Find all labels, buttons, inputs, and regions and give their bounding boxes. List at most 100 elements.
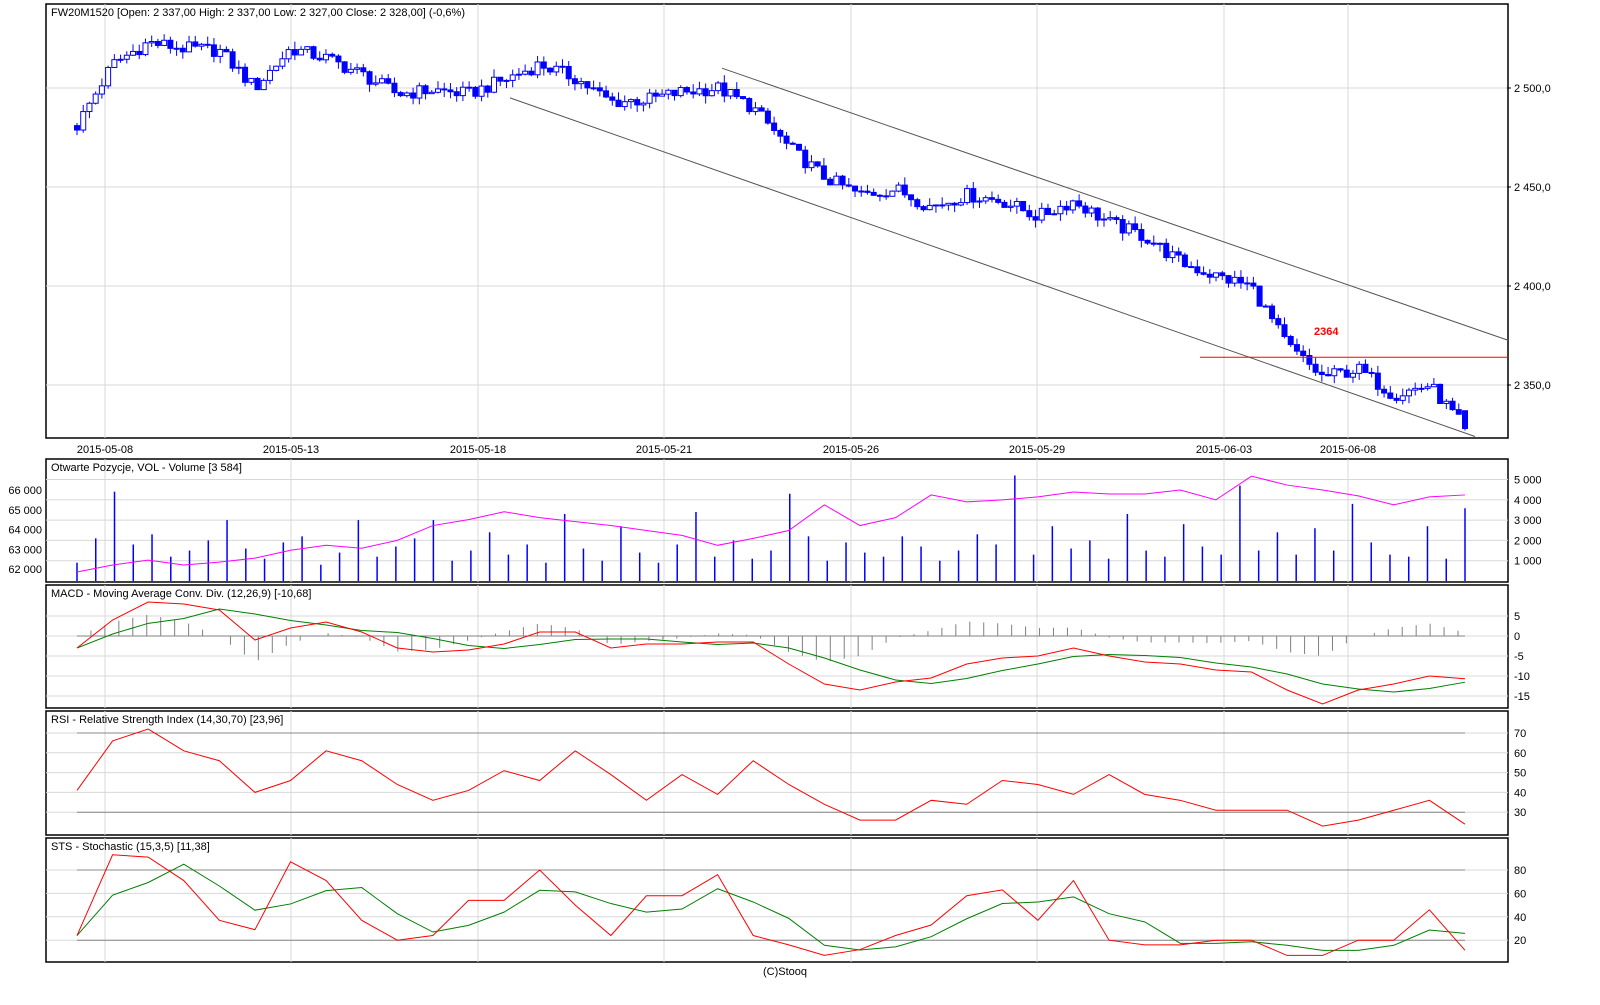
candle-body	[603, 90, 610, 98]
candle-body	[466, 86, 473, 89]
candle-body	[1231, 276, 1238, 284]
oi-tick-label: 65 000	[8, 505, 42, 517]
macd-tick-label: -10	[1514, 671, 1530, 683]
candle-body	[86, 102, 93, 113]
macd-tick-label: 5	[1514, 611, 1520, 623]
candle-body	[690, 91, 697, 95]
candle-body	[335, 55, 342, 63]
candle-body	[1107, 217, 1114, 220]
candle-body	[1331, 368, 1338, 377]
candle-body	[590, 87, 597, 90]
candle-body	[1063, 205, 1070, 211]
candle-body	[1206, 273, 1213, 278]
candle-body	[459, 86, 466, 97]
candle-body	[820, 165, 827, 180]
candle-body	[441, 88, 448, 91]
candle-body	[1044, 207, 1051, 215]
candle-body	[1244, 282, 1251, 285]
candle-body	[578, 81, 585, 85]
candle-body	[1455, 409, 1462, 415]
candle-body	[746, 98, 753, 113]
copyright-footer: (C)Stooq	[763, 966, 807, 978]
candle-body	[758, 107, 765, 112]
candle-body	[1424, 386, 1431, 389]
candle-body	[391, 82, 398, 94]
candle-body	[130, 50, 137, 56]
candle-body	[242, 66, 249, 83]
candle-body	[733, 89, 740, 98]
candle-body	[1150, 242, 1157, 245]
candle-body	[596, 87, 603, 92]
candle-body	[1113, 217, 1120, 221]
candle-body	[1163, 242, 1170, 259]
candle-body	[764, 110, 771, 124]
candle-body	[298, 48, 305, 56]
y-tick-label: 2 400,0	[1514, 281, 1551, 293]
candle-body	[1275, 318, 1282, 326]
candle-body	[727, 89, 734, 97]
candle-body	[1393, 397, 1400, 401]
candle-body	[970, 188, 977, 203]
candle-body	[136, 50, 143, 56]
candle-body	[739, 96, 746, 100]
candle-body	[665, 89, 672, 95]
candle-body	[864, 190, 871, 193]
volume-tick-label: 1 000	[1514, 556, 1542, 568]
candle-body	[827, 178, 834, 186]
candle-body	[210, 44, 217, 57]
candle-body	[621, 101, 628, 108]
candle-body	[484, 85, 491, 93]
rsi-tick-label: 70	[1514, 728, 1526, 740]
candle-body	[982, 197, 989, 202]
candle-body	[540, 61, 547, 69]
x-tick-label: 2015-05-21	[636, 444, 692, 456]
sts-title: STS - Stochastic (15,3,5) [11,38]	[51, 841, 210, 853]
x-tick-label: 2015-05-08	[77, 444, 133, 456]
candle-body	[509, 74, 516, 81]
candle-body	[696, 88, 703, 95]
candle-body	[186, 41, 193, 53]
candle-body	[260, 79, 267, 91]
candle-body	[683, 87, 690, 93]
candle-body	[901, 184, 908, 196]
candle-body	[964, 188, 971, 204]
candle-body	[74, 125, 80, 131]
candle-body	[783, 135, 790, 144]
candle-body	[416, 85, 423, 99]
candle-body	[715, 82, 722, 92]
candle-body	[839, 175, 846, 186]
candle-body	[397, 92, 404, 97]
candle-body	[1281, 324, 1288, 337]
candle-body	[92, 93, 99, 104]
candle-body	[235, 66, 242, 69]
candle-body	[995, 198, 1002, 203]
sts-tick-label: 20	[1514, 935, 1526, 947]
candle-body	[428, 91, 435, 95]
candle-body	[354, 67, 361, 70]
candle-body	[920, 206, 927, 211]
candle-body	[403, 92, 410, 97]
candle-body	[347, 68, 354, 73]
candle-body	[1181, 254, 1188, 268]
candle-body	[410, 92, 417, 99]
candle-body	[1032, 216, 1039, 221]
candle-body	[198, 43, 205, 47]
x-tick-label: 2015-05-26	[823, 444, 879, 456]
oi-tick-label: 64 000	[8, 525, 42, 537]
candle-body	[123, 54, 130, 60]
candle-body	[1057, 205, 1064, 215]
volume-title: Otwarte Pozycje, VOL - Volume [3 584]	[51, 462, 242, 474]
candle-body	[1138, 229, 1145, 241]
candle-body	[777, 129, 784, 137]
candle-body	[422, 85, 429, 95]
candle-body	[1430, 383, 1437, 388]
y-tick-label: 2 350,0	[1514, 380, 1551, 392]
candle-body	[173, 47, 180, 50]
candle-body	[1449, 400, 1456, 411]
candle-body	[1200, 272, 1207, 275]
candle-body	[814, 161, 821, 167]
candle-body	[652, 92, 659, 97]
candle-body	[1157, 242, 1164, 245]
candle-body	[304, 46, 311, 50]
candle-body	[752, 107, 759, 113]
